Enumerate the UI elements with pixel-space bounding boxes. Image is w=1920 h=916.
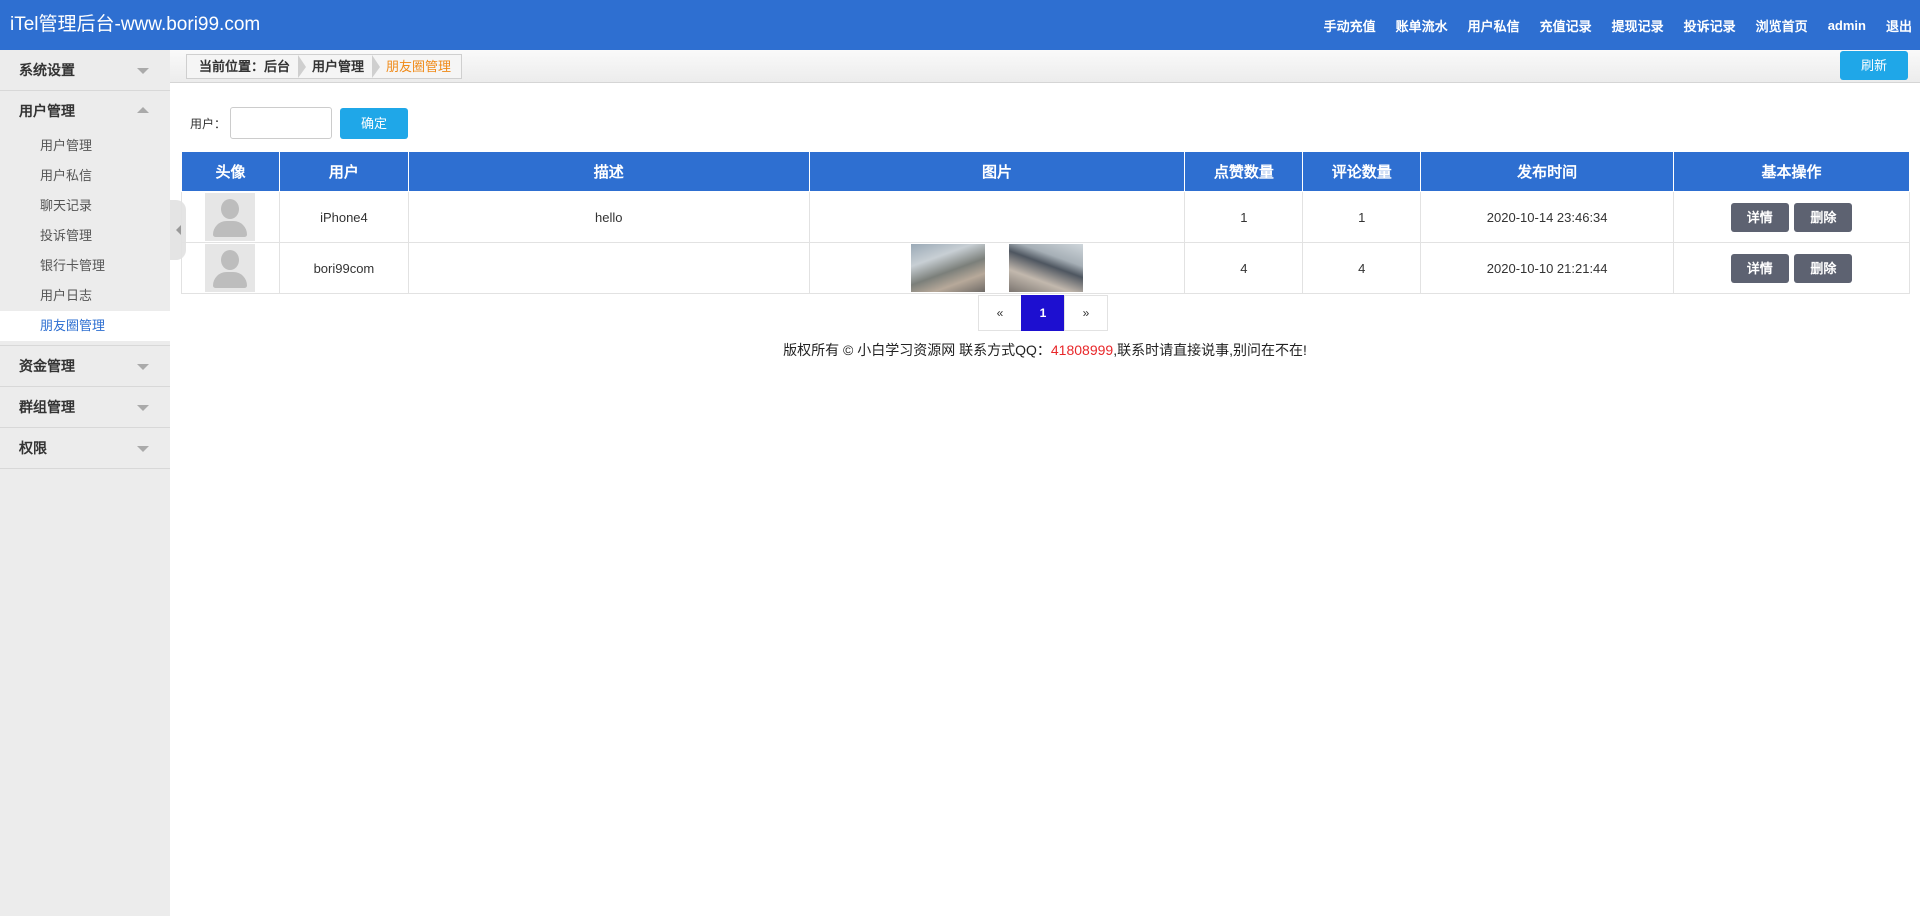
sidebar-group-funds-header[interactable]: 资金管理 xyxy=(0,346,170,386)
sidebar-group-groups-header[interactable]: 群组管理 xyxy=(0,387,170,427)
sidebar-item-user-messages[interactable]: 用户私信 xyxy=(0,161,170,191)
pagination-next-button[interactable]: » xyxy=(1064,295,1108,331)
avatar-cell xyxy=(181,191,280,243)
nav-recharge-records[interactable]: 充值记录 xyxy=(1540,16,1592,35)
moments-table: 头像 用户 描述 图片 点赞数量 评论数量 发布时间 基本操作 iPhone4 … xyxy=(181,151,1910,294)
table-row: bori99com 4 4 2020-10-10 21:21:44 详情 删除 xyxy=(181,242,1910,294)
user-avatar-icon xyxy=(205,244,256,292)
chevron-down-icon xyxy=(137,68,149,74)
chevron-down-icon xyxy=(137,364,149,370)
description-cell: hello xyxy=(407,191,810,243)
detail-button[interactable]: 详情 xyxy=(1730,253,1789,283)
chevron-down-icon xyxy=(137,446,149,452)
comments-cell: 4 xyxy=(1302,242,1422,294)
app-title: iTel管理后台-www.bori99.com xyxy=(10,14,261,35)
post-image-thumbnail[interactable] xyxy=(1009,244,1083,292)
top-bar: iTel管理后台-www.bori99.com 手动充值 账单流水 用户私信 充… xyxy=(0,0,1920,50)
pagination: « 1 » xyxy=(978,295,1108,331)
pagination-prev-button[interactable]: « xyxy=(978,295,1022,331)
footer-prefix: 版权所有 © 小白学习资源网 联系方式QQ： xyxy=(783,342,1051,358)
chevron-down-icon xyxy=(137,405,149,411)
nav-withdraw-records[interactable]: 提现记录 xyxy=(1612,16,1664,35)
column-header-comments: 评论数量 xyxy=(1302,151,1422,192)
publish-time-cell: 2020-10-10 21:21:44 xyxy=(1420,242,1675,294)
nav-bill-flow[interactable]: 账单流水 xyxy=(1396,16,1448,35)
column-header-user: 用户 xyxy=(278,151,409,192)
chevron-up-icon xyxy=(137,107,149,113)
likes-cell: 1 xyxy=(1184,191,1304,243)
delete-button[interactable]: 删除 xyxy=(1794,202,1853,232)
sidebar-group-label: 用户管理 xyxy=(19,103,75,119)
user-cell: bori99com xyxy=(278,242,409,294)
search-user-input[interactable] xyxy=(230,107,333,139)
search-user-label: 用户： xyxy=(190,116,227,131)
sidebar-group-users: 用户管理 用户管理 用户私信 聊天记录 投诉管理 银行卡管理 用户日志 朋友圈管… xyxy=(0,91,170,346)
sidebar-group-label: 权限 xyxy=(19,440,47,456)
column-header-likes: 点赞数量 xyxy=(1184,151,1304,192)
sidebar-item-chat-records[interactable]: 聊天记录 xyxy=(0,191,170,221)
user-cell: iPhone4 xyxy=(278,191,409,243)
breadcrumb: 当前位置：后台 用户管理 朋友圈管理 xyxy=(186,54,463,79)
sidebar: 系统设置 用户管理 用户管理 用户私信 聊天记录 投诉管理 银行卡管理 用户日志… xyxy=(0,50,170,916)
post-image-thumbnail[interactable] xyxy=(911,244,985,292)
delete-button[interactable]: 删除 xyxy=(1794,253,1853,283)
pagination-page-current[interactable]: 1 xyxy=(1021,295,1065,331)
sidebar-item-bank-cards[interactable]: 银行卡管理 xyxy=(0,251,170,281)
refresh-button[interactable]: 刷新 xyxy=(1840,51,1908,80)
sidebar-group-label: 资金管理 xyxy=(19,358,75,374)
images-cell xyxy=(808,242,1186,294)
column-header-actions: 基本操作 xyxy=(1673,151,1910,192)
breadcrumb-bar: 当前位置：后台 用户管理 朋友圈管理 刷新 xyxy=(170,50,1920,83)
sidebar-group-groups: 群组管理 xyxy=(0,387,170,428)
sidebar-group-label: 系统设置 xyxy=(19,62,75,78)
sidebar-item-user-logs[interactable]: 用户日志 xyxy=(0,281,170,311)
actions-cell: 详情 删除 xyxy=(1673,242,1910,294)
sidebar-group-permissions: 权限 xyxy=(0,428,170,469)
nav-complaint-records[interactable]: 投诉记录 xyxy=(1684,16,1736,35)
user-avatar-icon xyxy=(205,193,256,241)
breadcrumb-user-management[interactable]: 用户管理 xyxy=(298,55,374,78)
sidebar-item-moments[interactable]: 朋友圈管理 xyxy=(0,311,170,341)
column-header-publish-time: 发布时间 xyxy=(1420,151,1675,192)
footer-qq-number: 41808999 xyxy=(1050,342,1114,358)
sidebar-item-user-management[interactable]: 用户管理 xyxy=(0,131,170,161)
search-submit-button[interactable]: 确定 xyxy=(340,107,409,139)
likes-cell: 4 xyxy=(1184,242,1304,294)
table-row: iPhone4 hello 1 1 2020-10-14 23:46:34 详情… xyxy=(181,191,1910,243)
column-header-description: 描述 xyxy=(407,151,810,192)
description-cell xyxy=(407,242,810,294)
sidebar-group-label: 群组管理 xyxy=(19,399,75,415)
images-cell xyxy=(808,191,1186,243)
nav-logout[interactable]: 退出 xyxy=(1886,16,1912,35)
comments-cell: 1 xyxy=(1302,191,1422,243)
detail-button[interactable]: 详情 xyxy=(1730,202,1789,232)
top-nav: 手动充值 账单流水 用户私信 充值记录 提现记录 投诉记录 浏览首页 admin… xyxy=(1304,0,1912,50)
nav-manual-recharge[interactable]: 手动充值 xyxy=(1324,16,1376,35)
sidebar-item-complaints[interactable]: 投诉管理 xyxy=(0,221,170,251)
column-header-images: 图片 xyxy=(808,151,1186,192)
sidebar-submenu: 用户管理 用户私信 聊天记录 投诉管理 银行卡管理 用户日志 朋友圈管理 xyxy=(0,131,170,345)
sidebar-group-system: 系统设置 xyxy=(0,50,170,91)
footer-suffix: ,联系时请直接说事,别问在不在! xyxy=(1113,342,1307,358)
column-header-avatar: 头像 xyxy=(181,151,280,192)
sidebar-group-system-header[interactable]: 系统设置 xyxy=(0,50,170,90)
main-content: 当前位置：后台 用户管理 朋友圈管理 刷新 用户： 确定 头像 用户 描述 图片… xyxy=(170,50,1920,916)
actions-cell: 详情 删除 xyxy=(1673,191,1910,243)
nav-admin[interactable]: admin xyxy=(1828,18,1866,33)
nav-user-messages[interactable]: 用户私信 xyxy=(1468,16,1520,35)
search-form: 用户： 确定 xyxy=(190,107,409,139)
breadcrumb-home[interactable]: 当前位置：后台 xyxy=(187,55,300,78)
sidebar-group-users-header[interactable]: 用户管理 xyxy=(0,91,170,131)
sidebar-group-funds: 资金管理 xyxy=(0,346,170,387)
publish-time-cell: 2020-10-14 23:46:34 xyxy=(1420,191,1675,243)
nav-browse-home[interactable]: 浏览首页 xyxy=(1756,16,1808,35)
footer-copyright: 版权所有 © 小白学习资源网 联系方式QQ：41808999,联系时请直接说事,… xyxy=(170,340,1920,360)
breadcrumb-current: 朋友圈管理 xyxy=(372,55,461,78)
avatar-cell xyxy=(181,242,280,294)
sidebar-group-permissions-header[interactable]: 权限 xyxy=(0,428,170,468)
table-header-row: 头像 用户 描述 图片 点赞数量 评论数量 发布时间 基本操作 xyxy=(181,151,1910,192)
